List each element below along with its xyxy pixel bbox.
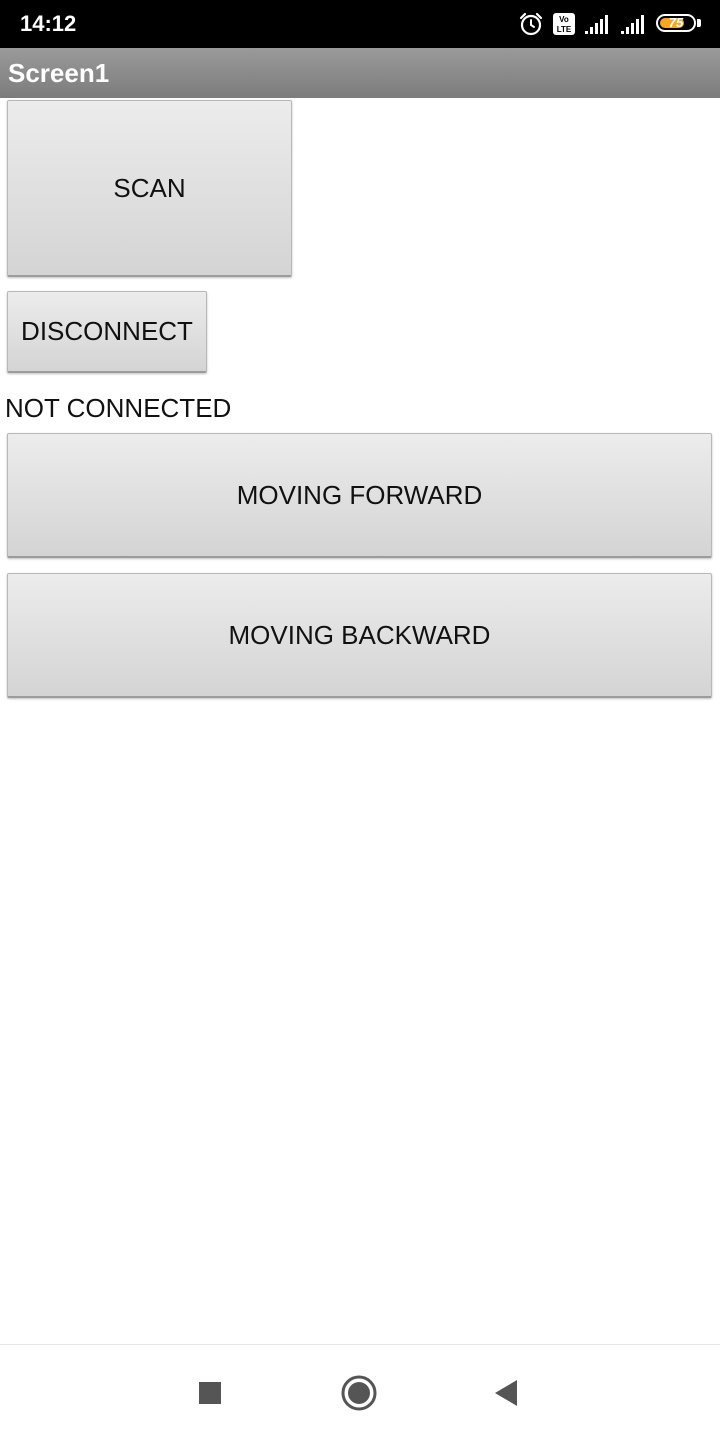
svg-text:Vo: Vo bbox=[559, 15, 569, 24]
status-time: 14:12 bbox=[20, 11, 77, 36]
disconnect-button[interactable]: DISCONNECT bbox=[7, 291, 207, 373]
status-bar: 14:12 Vo LTE 75 bbox=[0, 0, 720, 48]
home-icon[interactable] bbox=[335, 1369, 383, 1417]
back-icon[interactable] bbox=[482, 1369, 530, 1417]
moving-backward-button[interactable]: MOVING BACKWARD bbox=[7, 573, 712, 698]
signal-icon bbox=[584, 13, 612, 35]
screen-title: Screen1 bbox=[8, 58, 110, 88]
alarm-icon bbox=[518, 11, 544, 37]
battery-icon: 75 bbox=[656, 14, 702, 34]
battery-level: 75 bbox=[668, 15, 684, 30]
battery-tip bbox=[697, 19, 701, 27]
connection-status-label: NOT CONNECTED bbox=[5, 393, 232, 423]
moving-forward-button[interactable]: MOVING FORWARD bbox=[7, 433, 712, 558]
signal-icon bbox=[620, 13, 648, 35]
svg-text:LTE: LTE bbox=[557, 25, 572, 34]
recents-icon[interactable] bbox=[186, 1369, 234, 1417]
status-icons: Vo LTE 75 bbox=[518, 10, 702, 38]
navigation-bar bbox=[0, 1344, 720, 1440]
app-screen: 14:12 Vo LTE 75 Screen1 SCAN DISCONNECT … bbox=[0, 0, 720, 1440]
scan-button[interactable]: SCAN bbox=[7, 100, 292, 277]
volte-icon: Vo LTE bbox=[552, 12, 576, 36]
title-bar: Screen1 bbox=[0, 48, 720, 98]
